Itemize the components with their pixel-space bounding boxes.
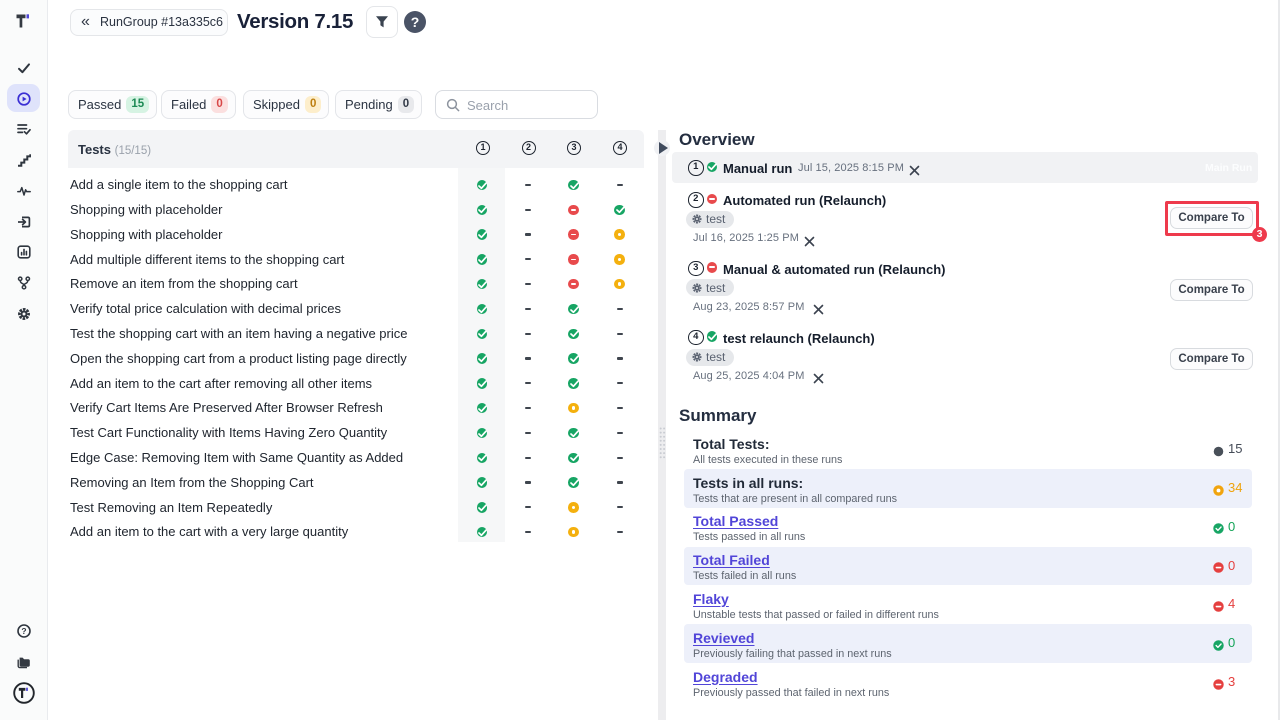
svg-text:?: ? (21, 626, 26, 636)
